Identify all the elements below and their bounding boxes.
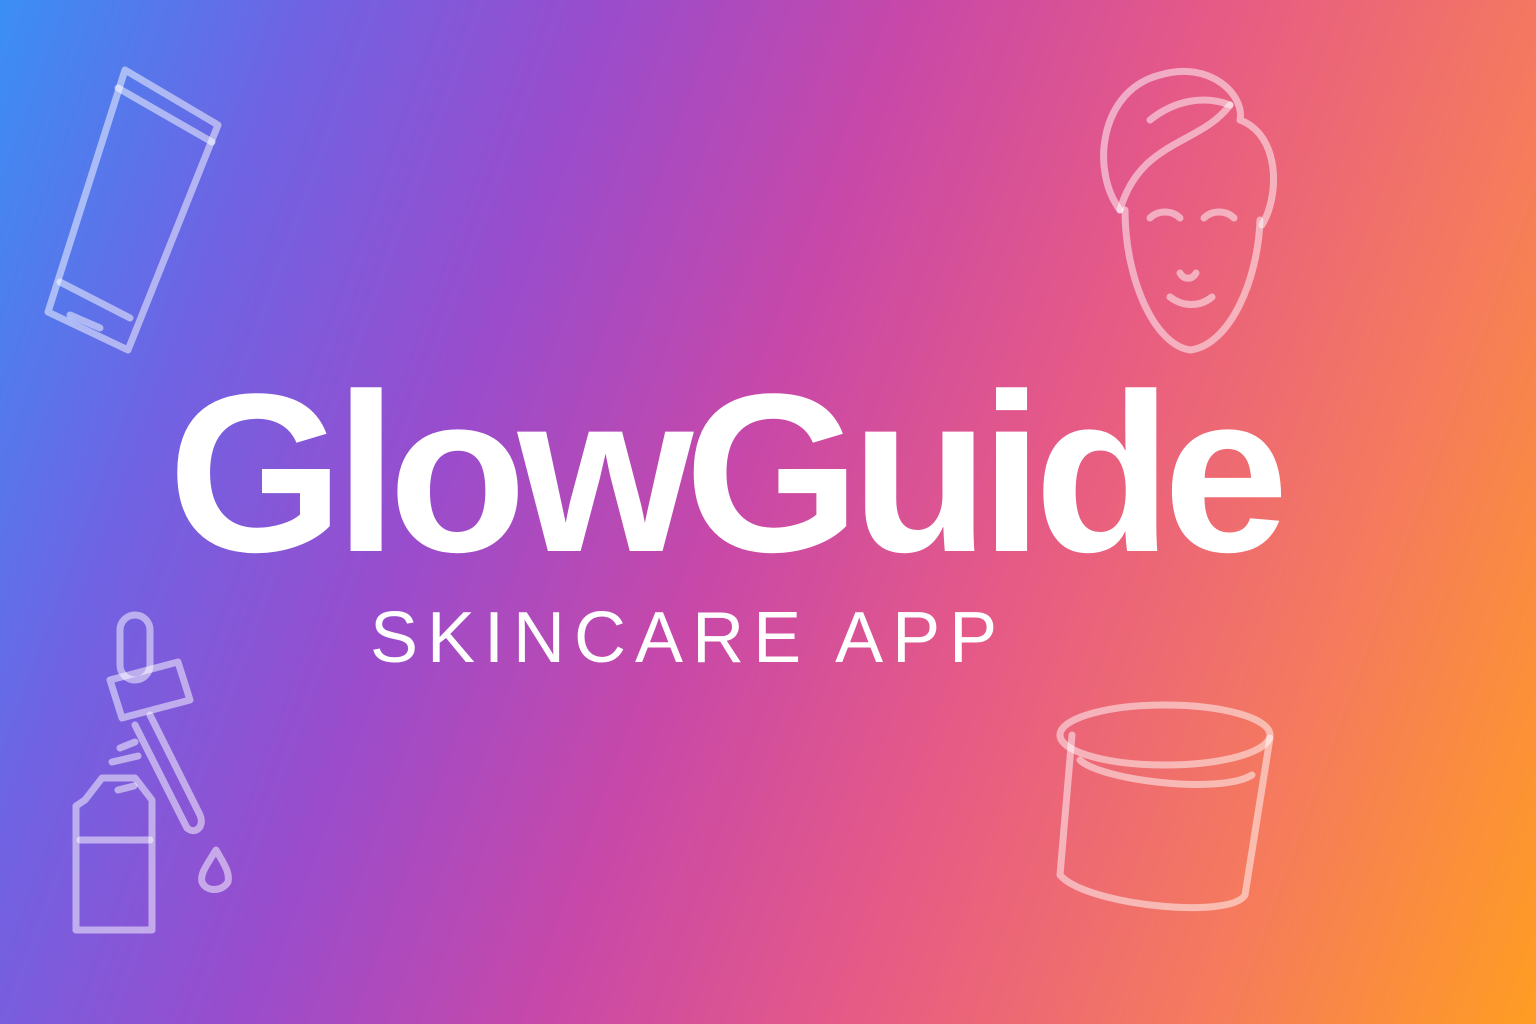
app-subtitle: SKINCARE APP [370,598,1007,678]
dropper-bottle-icon [50,600,260,960]
app-title: GlowGuide [168,346,1289,599]
splash-screen: GlowGuide SKINCARE APP [0,0,1536,1024]
tube-icon [30,50,240,370]
cream-jar-icon [1040,690,1290,930]
face-towel-icon [1080,60,1290,360]
